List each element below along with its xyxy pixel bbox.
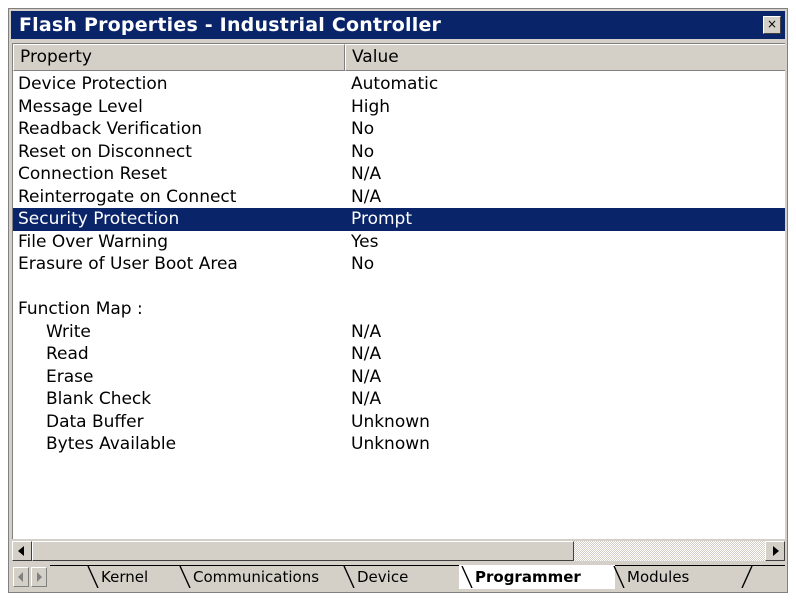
property-name: Erasure of User Boot Area (18, 254, 238, 274)
tab-prev-button[interactable] (13, 567, 29, 587)
table-row[interactable]: Reset on Disconnect No (13, 141, 785, 164)
property-name: Message Level (18, 96, 143, 117)
property-value: N/A (351, 366, 382, 387)
tab-programmer[interactable]: Programmer (459, 565, 615, 589)
property-value: N/A (351, 389, 382, 409)
table-row[interactable]: Erasure of User Boot Area No (13, 253, 785, 276)
scroll-thumb[interactable] (32, 541, 574, 561)
table-row[interactable]: Readback Verification No (13, 118, 785, 141)
property-value: Unknown (351, 434, 430, 454)
tab-kernel[interactable]: Kernel (85, 565, 181, 589)
close-icon: × (766, 17, 778, 31)
flash-properties-window: Flash Properties - Industrial Controller… (8, 8, 788, 593)
tab-edge (87, 566, 99, 588)
property-name: Connection Reset (18, 164, 168, 184)
scroll-right-icon (773, 546, 779, 556)
table-row[interactable]: Reinterrogate on Connect N/A (13, 186, 785, 209)
property-value: N/A (351, 164, 382, 184)
tab-next-icon (37, 572, 42, 582)
close-button[interactable]: × (763, 16, 781, 34)
table-row[interactable]: Connection Reset N/A (13, 163, 785, 186)
tab-label: Programmer (475, 568, 581, 586)
table-row[interactable]: Erase N/A (13, 366, 785, 389)
table-row[interactable]: File Over Warning Yes (13, 231, 785, 254)
property-value: N/A (351, 186, 382, 207)
property-value: Yes (351, 231, 379, 252)
tab-label: Device (357, 568, 409, 586)
table-row (13, 276, 785, 299)
tab-communications[interactable]: Communications (177, 565, 345, 589)
property-value: Automatic (351, 74, 439, 94)
property-value: No (351, 119, 375, 139)
property-name: Bytes Available (46, 434, 177, 454)
tab-edge (613, 566, 625, 588)
property-name: Device Protection (18, 74, 168, 94)
property-value: No (351, 254, 375, 274)
property-name: Blank Check (46, 389, 152, 409)
table-row[interactable]: Write N/A (13, 321, 785, 344)
property-name: Data Buffer (46, 411, 144, 432)
property-value: Prompt (351, 209, 412, 229)
scroll-left-button[interactable] (12, 541, 32, 561)
column-header-value[interactable]: Value (345, 44, 785, 71)
table-row-selected[interactable]: Security Protection Prompt (13, 208, 785, 231)
scroll-right-button[interactable] (765, 541, 785, 561)
property-name: Readback Verification (18, 119, 203, 139)
table-row[interactable]: Bytes Available Unknown (13, 433, 785, 456)
property-name: Reset on Disconnect (18, 141, 192, 162)
tab-label: Kernel (101, 568, 149, 586)
tab-bar: Kernel Communications Device Programmer Modu… (12, 565, 785, 591)
tab-end-edge (741, 566, 753, 588)
property-value: No (351, 141, 375, 162)
property-name: Function Map : (18, 299, 143, 319)
property-value: High (351, 96, 391, 117)
tab-label: Communications (193, 568, 320, 586)
property-value: N/A (351, 321, 382, 342)
table-row[interactable]: Message Level High (13, 96, 785, 119)
tab-edge (461, 566, 473, 588)
tab-next-button[interactable] (31, 567, 47, 587)
tab-label: Modules (627, 568, 690, 586)
property-name: Write (46, 321, 91, 342)
property-rows: Device Protection Automatic Message Level H… (13, 73, 785, 456)
property-name: File Over Warning (18, 231, 169, 252)
scroll-left-icon (18, 546, 24, 556)
property-name: Reinterrogate on Connect (18, 186, 237, 207)
tab-edge (179, 566, 191, 588)
window-title: Flash Properties - Industrial Controller (19, 14, 442, 36)
table-row[interactable]: Function Map : (13, 298, 785, 321)
property-name: Security Protection (18, 209, 180, 229)
property-value: Unknown (351, 411, 430, 432)
property-value: N/A (351, 344, 382, 364)
property-name: Read (46, 344, 89, 364)
column-header-property[interactable]: Property (13, 44, 345, 71)
table-row[interactable]: Read N/A (13, 343, 785, 366)
tab-edge (343, 566, 355, 588)
tab-prev-icon (18, 572, 23, 582)
list-header: Property Value (13, 44, 785, 71)
property-name: Erase (46, 366, 94, 387)
property-list: Property Value Device Protection Automati… (12, 43, 785, 539)
table-row[interactable]: Data Buffer Unknown (13, 411, 785, 434)
table-row[interactable]: Device Protection Automatic (13, 73, 785, 96)
tab-device[interactable]: Device (341, 565, 463, 589)
tab-modules[interactable]: Modules (611, 565, 737, 589)
horizontal-scrollbar[interactable] (12, 541, 785, 561)
table-row[interactable]: Blank Check N/A (13, 388, 785, 411)
title-bar[interactable]: Flash Properties - Industrial Controller… (11, 11, 785, 39)
